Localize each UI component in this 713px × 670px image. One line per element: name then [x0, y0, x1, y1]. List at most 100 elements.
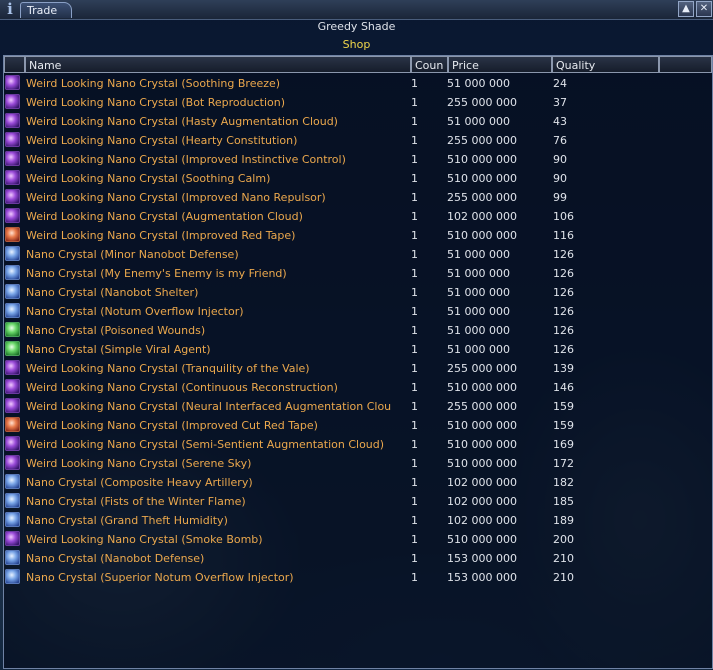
nano-crystal-icon[interactable] [5, 455, 20, 470]
item-price-cell: 510 000 000 [447, 533, 517, 546]
nano-crystal-icon[interactable] [5, 569, 20, 584]
table-row[interactable]: Weird Looking Nano Crystal (Soothing Cal… [4, 169, 712, 188]
item-name-cell: Nano Crystal (Composite Heavy Artillery) [26, 476, 253, 489]
item-name-cell: Nano Crystal (Nanobot Defense) [26, 552, 205, 565]
nano-crystal-icon[interactable] [5, 550, 20, 565]
table-row[interactable]: Weird Looking Nano Crystal (Bot Reproduc… [4, 93, 712, 112]
nano-crystal-icon[interactable] [5, 246, 20, 261]
table-row[interactable]: Nano Crystal (Nanobot Defense) 1 153 000 0… [4, 549, 712, 568]
nano-crystal-icon[interactable] [5, 341, 20, 356]
nano-crystal-icon[interactable] [5, 322, 20, 337]
column-header-quality[interactable]: Quality [552, 56, 659, 73]
nano-crystal-icon[interactable] [5, 227, 20, 242]
item-quality-cell: 116 [553, 229, 574, 242]
table-row[interactable]: Weird Looking Nano Crystal (Improved Red… [4, 226, 712, 245]
nano-crystal-icon[interactable] [5, 303, 20, 318]
item-name-cell: Weird Looking Nano Crystal (Hasty Augmen… [26, 115, 338, 128]
item-count-cell: 1 [411, 191, 418, 204]
table-row[interactable]: Nano Crystal (Superior Notum Overflow In… [4, 568, 712, 587]
table-header: Name Coun Price Quality [4, 56, 712, 73]
column-header-filler [659, 56, 712, 73]
item-count-cell: 1 [411, 286, 418, 299]
info-icon[interactable]: i [3, 1, 17, 17]
item-price-cell: 255 000 000 [447, 400, 517, 413]
table-row[interactable]: Weird Looking Nano Crystal (Hasty Augmen… [4, 112, 712, 131]
table-row[interactable]: Weird Looking Nano Crystal (Serene Sky) 1… [4, 454, 712, 473]
nano-crystal-icon[interactable] [5, 531, 20, 546]
nano-crystal-icon[interactable] [5, 75, 20, 90]
table-row[interactable]: Weird Looking Nano Crystal (Improved Nan… [4, 188, 712, 207]
table-row[interactable]: Nano Crystal (My Enemy's Enemy is my Fri… [4, 264, 712, 283]
close-icon[interactable]: ✕ [696, 1, 712, 17]
item-count-cell: 1 [411, 419, 418, 432]
shop-inventory-table: Name Coun Price Quality Weird Looking Na… [3, 55, 713, 669]
nano-crystal-icon[interactable] [5, 512, 20, 527]
nano-crystal-icon[interactable] [5, 170, 20, 185]
table-row[interactable]: Weird Looking Nano Crystal (Semi-Sentien… [4, 435, 712, 454]
item-count-cell: 1 [411, 267, 418, 280]
table-row[interactable]: Weird Looking Nano Crystal (Augmentation… [4, 207, 712, 226]
item-price-cell: 51 000 000 [447, 343, 510, 356]
nano-crystal-icon[interactable] [5, 493, 20, 508]
pin-icon[interactable]: ▲ [678, 1, 694, 17]
nano-crystal-icon[interactable] [5, 151, 20, 166]
item-count-cell: 1 [411, 476, 418, 489]
item-price-cell: 255 000 000 [447, 96, 517, 109]
nano-crystal-icon[interactable] [5, 360, 20, 375]
table-row[interactable]: Nano Crystal (Minor Nanobot Defense) 1 51 … [4, 245, 712, 264]
tab-trade[interactable]: Trade [20, 2, 72, 18]
table-row[interactable]: Weird Looking Nano Crystal (Improved Ins… [4, 150, 712, 169]
table-row[interactable]: Weird Looking Nano Crystal (Hearty Const… [4, 131, 712, 150]
column-header-name[interactable]: Name [25, 56, 411, 73]
item-price-cell: 51 000 000 [447, 248, 510, 261]
nano-crystal-icon[interactable] [5, 436, 20, 451]
nano-crystal-icon[interactable] [5, 474, 20, 489]
table-row[interactable]: Nano Crystal (Nanobot Shelter) 1 51 000 00… [4, 283, 712, 302]
item-price-cell: 51 000 000 [447, 305, 510, 318]
item-name-cell: Weird Looking Nano Crystal (Continuous R… [26, 381, 338, 394]
item-quality-cell: 37 [553, 96, 567, 109]
item-quality-cell: 90 [553, 153, 567, 166]
nano-crystal-icon[interactable] [5, 189, 20, 204]
nano-crystal-icon[interactable] [5, 417, 20, 432]
nano-crystal-icon[interactable] [5, 208, 20, 223]
table-row[interactable]: Nano Crystal (Notum Overflow Injector) 1 5… [4, 302, 712, 321]
column-header-price[interactable]: Price [448, 56, 552, 73]
column-header-count[interactable]: Coun [411, 56, 448, 73]
item-quality-cell: 189 [553, 514, 574, 527]
table-row[interactable]: Weird Looking Nano Crystal (Improved Cut… [4, 416, 712, 435]
item-name-cell: Weird Looking Nano Crystal (Serene Sky) [26, 457, 252, 470]
nano-crystal-icon[interactable] [5, 284, 20, 299]
item-count-cell: 1 [411, 134, 418, 147]
item-price-cell: 255 000 000 [447, 191, 517, 204]
item-quality-cell: 146 [553, 381, 574, 394]
item-name-cell: Nano Crystal (Superior Notum Overflow In… [26, 571, 294, 584]
item-price-cell: 51 000 000 [447, 77, 510, 90]
nano-crystal-icon[interactable] [5, 132, 20, 147]
nano-crystal-icon[interactable] [5, 94, 20, 109]
item-quality-cell: 126 [553, 248, 574, 261]
item-name-cell: Weird Looking Nano Crystal (Improved Nan… [26, 191, 326, 204]
item-price-cell: 510 000 000 [447, 172, 517, 185]
table-row[interactable]: Nano Crystal (Poisoned Wounds) 1 51 000 00… [4, 321, 712, 340]
table-row[interactable]: Weird Looking Nano Crystal (Smoke Bomb) 1… [4, 530, 712, 549]
table-row[interactable]: Weird Looking Nano Crystal (Tranquility … [4, 359, 712, 378]
item-quality-cell: 126 [553, 324, 574, 337]
table-row[interactable]: Weird Looking Nano Crystal (Neural Inter… [4, 397, 712, 416]
table-row[interactable]: Weird Looking Nano Crystal (Continuous R… [4, 378, 712, 397]
item-quality-cell: 200 [553, 533, 574, 546]
table-row[interactable]: Nano Crystal (Fists of the Winter Flame)… [4, 492, 712, 511]
item-name-cell: Weird Looking Nano Crystal (Augmentation… [26, 210, 303, 223]
table-row[interactable]: Nano Crystal (Grand Theft Humidity) 1 102 … [4, 511, 712, 530]
nano-crystal-icon[interactable] [5, 265, 20, 280]
column-header-icon[interactable] [4, 56, 25, 73]
table-row[interactable]: Nano Crystal (Simple Viral Agent) 1 51 000… [4, 340, 712, 359]
table-row[interactable]: Weird Looking Nano Crystal (Soothing Bre… [4, 74, 712, 93]
item-count-cell: 1 [411, 571, 418, 584]
nano-crystal-icon[interactable] [5, 379, 20, 394]
nano-crystal-icon[interactable] [5, 113, 20, 128]
item-quality-cell: 139 [553, 362, 574, 375]
nano-crystal-icon[interactable] [5, 398, 20, 413]
item-name-cell: Weird Looking Nano Crystal (Soothing Bre… [26, 77, 281, 90]
table-row[interactable]: Nano Crystal (Composite Heavy Artillery)… [4, 473, 712, 492]
